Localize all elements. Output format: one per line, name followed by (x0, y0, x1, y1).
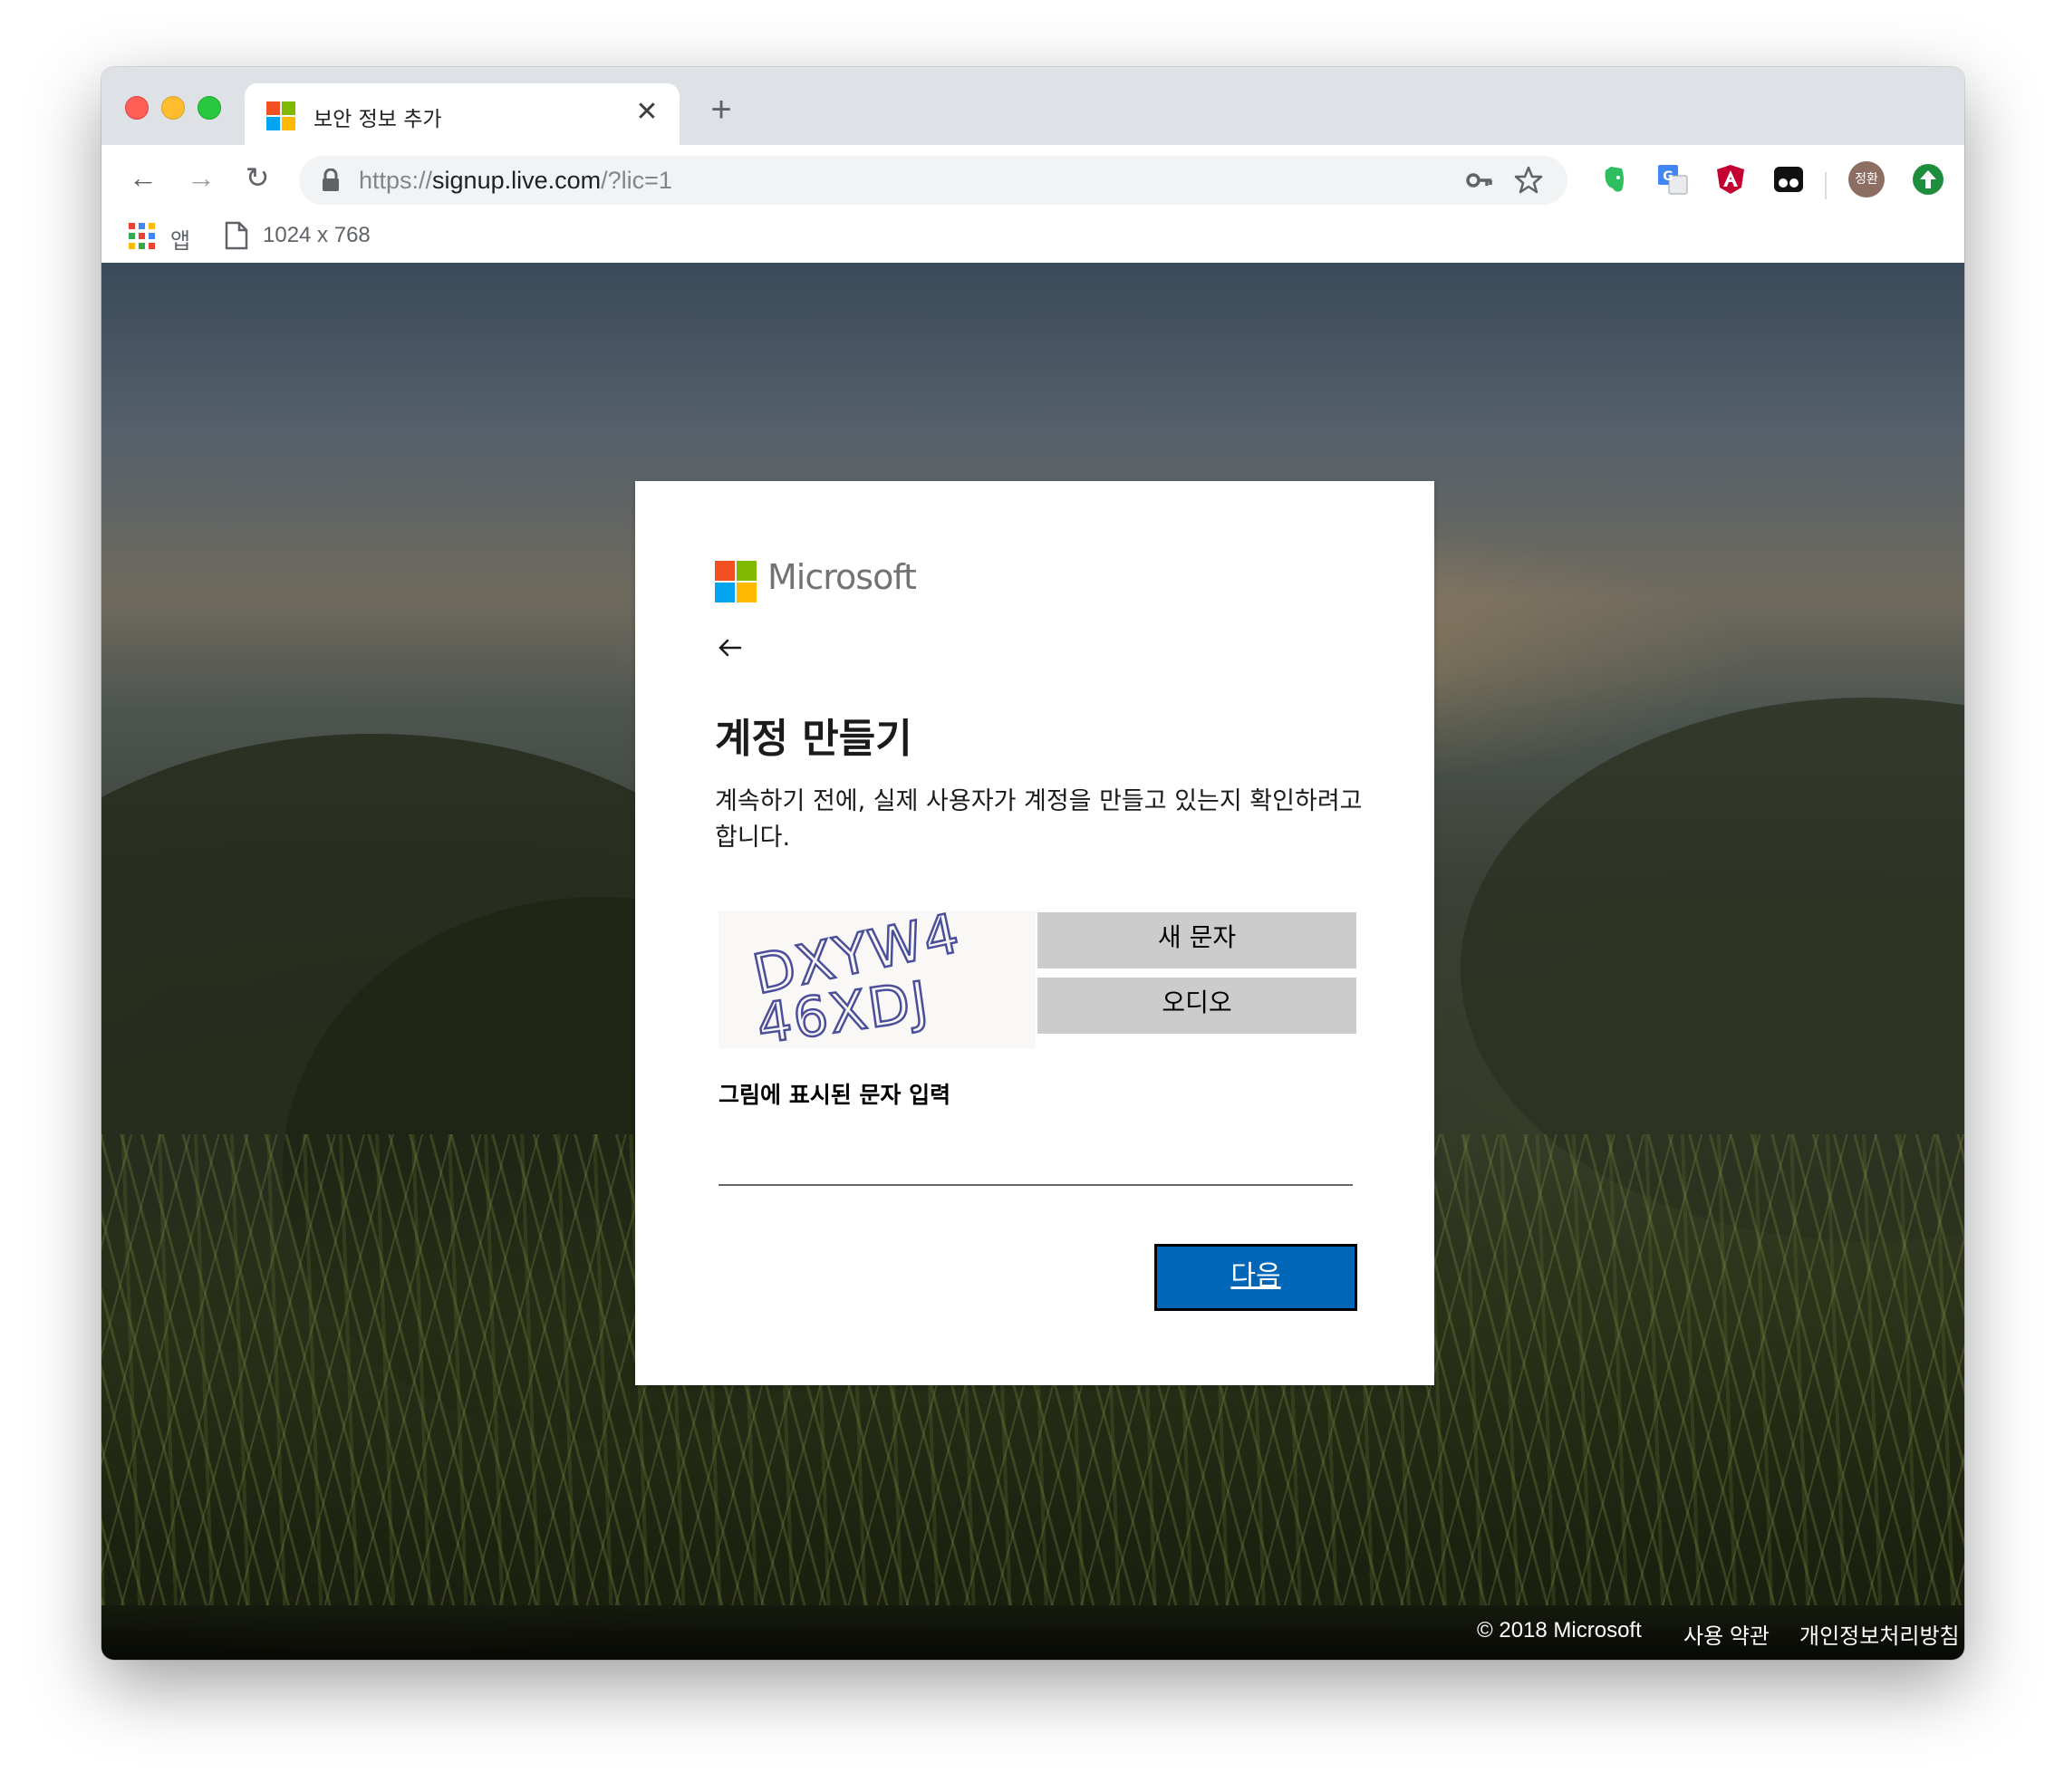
microsoft-logo-icon (715, 561, 757, 602)
new-text-button[interactable]: 새 문자 (1037, 912, 1356, 968)
key-icon[interactable] (1464, 165, 1495, 196)
star-icon[interactable] (1513, 165, 1544, 196)
apps-grid-icon[interactable] (129, 223, 156, 250)
terms-link[interactable]: 사용 약관 (1683, 1618, 1770, 1650)
microsoft-favicon-icon (266, 101, 295, 130)
captcha-input-label: 그림에 표시된 문자 입력 (719, 1082, 951, 1108)
update-arrow-icon[interactable] (1910, 161, 1946, 198)
tab-strip: 보안 정보 추가 ✕ + (101, 67, 1964, 145)
tab-active[interactable]: 보안 정보 추가 ✕ (245, 83, 680, 145)
captcha-input[interactable] (719, 1132, 1353, 1186)
page-title: 계정 만들기 (715, 716, 912, 762)
browser-toolbar: ← → ↻ https://signup.live.com/?lic=1 G 정… (101, 145, 1964, 210)
next-button[interactable]: 다음 (1154, 1244, 1357, 1311)
page-background: Microsoft 계정 만들기 계속하기 전에, 실제 사용자가 계정을 만들… (101, 263, 1964, 1660)
evernote-extension-icon[interactable] (1598, 163, 1631, 196)
url-host: signup.live.com (432, 167, 602, 194)
back-button[interactable]: ← (123, 158, 163, 198)
window-minimize-button[interactable] (161, 96, 185, 120)
description-text: 계속하기 전에, 실제 사용자가 계정을 만들고 있는지 확인하려고 합니다. (715, 787, 1363, 852)
window-close-button[interactable] (125, 96, 149, 120)
new-tab-button[interactable]: + (703, 92, 739, 129)
bookmark-item[interactable]: 1024 x 768 (263, 223, 371, 248)
address-bar[interactable]: https://signup.live.com/?lic=1 (299, 156, 1567, 205)
reload-button[interactable]: ↻ (237, 158, 277, 198)
copyright-text: © 2018 Microsoft (1477, 1618, 1642, 1643)
url-text: https://signup.live.com/?lic=1 (359, 167, 672, 195)
apps-label[interactable]: 앱 (170, 223, 190, 255)
angular-extension-icon[interactable] (1714, 163, 1747, 196)
translate-extension-icon[interactable]: G (1656, 163, 1689, 196)
audio-button[interactable]: 오디오 (1037, 978, 1356, 1034)
captcha-image: DXYW4 46XDJ (719, 901, 1036, 1058)
svg-text:G: G (1663, 169, 1673, 184)
url-scheme: https:// (359, 167, 433, 194)
bookmarks-bar: 앱 1024 x 768 (101, 210, 1964, 264)
page-footer: © 2018 Microsoft 사용 약관 개인정보처리방침 (101, 1605, 1964, 1660)
browser-window: 보안 정보 추가 ✕ + ← → ↻ https://signup.live.c… (101, 67, 1964, 1660)
microsoft-brand-text: Microsoft (767, 557, 917, 597)
url-path: /?lic=1 (601, 167, 672, 194)
window-maximize-button[interactable] (198, 96, 221, 120)
privacy-link[interactable]: 개인정보처리방침 (1799, 1618, 1960, 1650)
profile-avatar[interactable]: 정환 (1848, 161, 1885, 198)
page-icon (225, 221, 248, 250)
forward-button[interactable]: → (181, 158, 221, 198)
tab-title: 보안 정보 추가 (313, 108, 442, 131)
toolbar-separator (1825, 172, 1827, 199)
lock-icon (323, 169, 339, 191)
tab-close-icon[interactable]: ✕ (631, 96, 663, 129)
signup-dialog: Microsoft 계정 만들기 계속하기 전에, 실제 사용자가 계정을 만들… (635, 481, 1434, 1385)
incognito-extension-icon[interactable] (1772, 163, 1805, 196)
captcha-glyphs: DXYW4 46XDJ (747, 901, 967, 1058)
back-arrow-icon[interactable] (715, 633, 744, 662)
